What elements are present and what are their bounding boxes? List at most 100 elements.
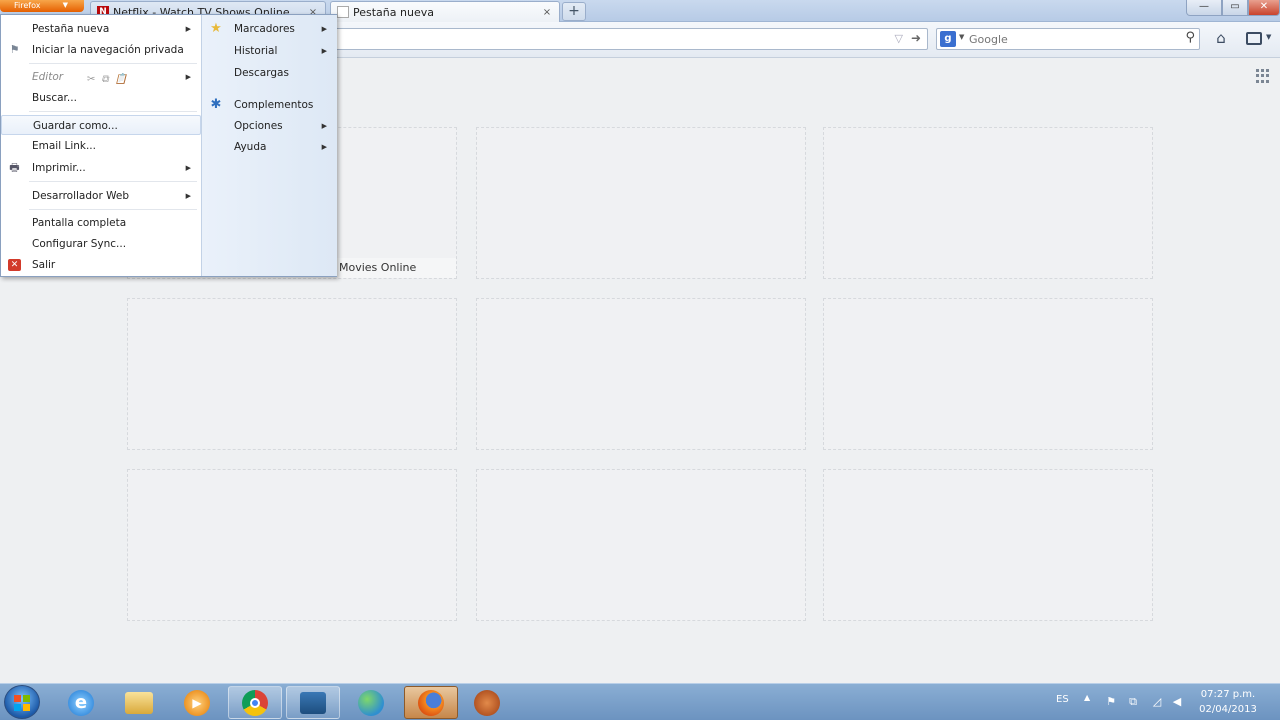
submenu-arrow-icon: ▶	[185, 73, 191, 81]
window-icon	[1246, 32, 1262, 45]
menu-item-label: Marcadores	[234, 23, 295, 35]
minimize-button[interactable]: —	[1186, 0, 1222, 16]
menu-separator	[29, 209, 197, 210]
menu-item-label: Descargas	[234, 67, 289, 79]
private-mask-icon: ⚑	[9, 43, 20, 56]
edit-cut-copy-paste-icons: ✂⧉📋	[87, 74, 133, 85]
printer-icon: 🖶	[9, 161, 20, 174]
menu-item-downloads[interactable]: Descargas	[202, 63, 337, 83]
show-hidden-icons-button[interactable]: ▲	[1084, 693, 1090, 702]
app-window-icon[interactable]	[286, 686, 340, 719]
menu-item-bookmarks[interactable]: ★ Marcadores ▶	[202, 19, 337, 39]
chrome-icon[interactable]	[228, 686, 282, 719]
submenu-arrow-icon: ▶	[321, 143, 327, 151]
menu-item-help[interactable]: Ayuda ▶	[202, 137, 337, 157]
dropdown-arrow-icon[interactable]: ▽	[895, 32, 903, 45]
blank-page-favicon-icon	[337, 6, 349, 18]
chevron-down-icon: ▼	[1266, 33, 1272, 41]
media-player-icon[interactable]: ▶	[170, 686, 224, 719]
search-input[interactable]	[969, 31, 1179, 47]
menu-item-label: Ayuda	[234, 141, 267, 153]
volume-icon[interactable]: ◀	[1170, 695, 1184, 709]
menu-item-exit[interactable]: ✕ Salir	[1, 255, 201, 275]
menu-separator	[29, 63, 197, 64]
menu-item-label: Pestaña nueva	[32, 23, 110, 35]
glove-app-icon[interactable]	[460, 686, 514, 719]
system-clock[interactable]: 07:27 p.m. 02/04/2013	[1190, 687, 1266, 717]
menu-item-email-link[interactable]: Email Link...	[1, 136, 201, 156]
chevron-down-icon[interactable]: ▼	[959, 33, 964, 41]
start-button[interactable]	[4, 685, 40, 719]
close-window-button[interactable]: ✕	[1248, 0, 1280, 16]
home-button[interactable]: ⌂	[1210, 29, 1232, 49]
menu-item-label: Buscar...	[32, 92, 77, 104]
windows-taskbar: e ▶ ES ▲ ⚑ ⧉ ◿ ◀ 07:27 p.m. 02/04/2013	[0, 683, 1280, 720]
menu-item-find[interactable]: Buscar...	[1, 88, 201, 108]
maximize-button[interactable]: ▭	[1222, 0, 1248, 16]
menu-item-label: Complementos	[234, 99, 314, 111]
submenu-arrow-icon: ▶	[321, 25, 327, 33]
site-thumbnail[interactable]	[476, 298, 806, 450]
new-tab-button[interactable]: +	[562, 2, 586, 21]
tab-new-tab[interactable]: Pestaña nueva ×	[330, 1, 560, 22]
menu-item-addons[interactable]: ✱ Complementos	[202, 95, 337, 115]
menu-separator	[29, 181, 197, 182]
menu-item-label: Desarrollador Web	[32, 190, 129, 202]
menu-separator	[29, 111, 197, 112]
puzzle-icon: ✱	[210, 97, 222, 112]
clock-date: 02/04/2013	[1199, 704, 1257, 715]
url-bar[interactable]: ▽ ➜	[330, 28, 928, 50]
close-tab-icon[interactable]: ×	[541, 7, 553, 18]
site-thumbnail[interactable]	[476, 469, 806, 621]
submenu-arrow-icon: ▶	[185, 25, 191, 33]
file-explorer-icon[interactable]	[112, 686, 166, 719]
menu-item-full-screen[interactable]: Pantalla completa	[1, 213, 201, 233]
menu-item-save-as[interactable]: Guardar como...	[1, 115, 201, 135]
menu-item-label: Email Link...	[32, 140, 96, 152]
windows-logo-icon	[14, 695, 30, 711]
menu-item-label: Historial	[234, 45, 278, 57]
menu-item-setup-sync[interactable]: Configurar Sync...	[1, 234, 201, 254]
site-thumbnail[interactable]	[823, 298, 1153, 450]
submenu-arrow-icon: ▶	[185, 164, 191, 172]
site-thumbnail[interactable]	[127, 469, 457, 621]
network-signal-icon[interactable]: ◿	[1150, 695, 1164, 709]
go-arrow-icon[interactable]: ➜	[911, 31, 921, 45]
menu-item-label: Iniciar la navegación privada	[32, 44, 184, 56]
search-icon[interactable]: ⚲	[1185, 30, 1195, 45]
network-people-icon[interactable]	[344, 686, 398, 719]
firefox-button-label: Firefox	[14, 1, 41, 10]
menu-item-label: Imprimir...	[32, 162, 86, 174]
clock-time: 07:27 p.m.	[1200, 689, 1256, 700]
menu-item-editor[interactable]: Editor ✂⧉📋 ▶	[1, 67, 201, 87]
device-icon[interactable]: ⧉	[1126, 695, 1140, 709]
action-center-flag-icon[interactable]: ⚑	[1104, 695, 1118, 709]
menu-item-print[interactable]: 🖶 Imprimir... ▶	[1, 158, 201, 178]
menu-item-web-developer[interactable]: Desarrollador Web ▶	[1, 186, 201, 206]
internet-explorer-icon[interactable]: e	[54, 686, 108, 719]
submenu-arrow-icon: ▶	[321, 122, 327, 130]
firefox-icon[interactable]	[404, 686, 458, 719]
site-thumbnail[interactable]	[476, 127, 806, 279]
search-bar[interactable]: g ▼ ⚲	[936, 28, 1200, 50]
menu-item-new-tab[interactable]: Pestaña nueva ▶	[1, 19, 201, 39]
tab-title: Pestaña nueva	[353, 5, 434, 19]
exit-icon: ✕	[8, 259, 21, 271]
addon-bar-button[interactable]: ▼	[1244, 30, 1274, 48]
menu-item-private-browsing[interactable]: ⚑ Iniciar la navegación privada	[1, 40, 201, 60]
site-thumbnail[interactable]	[823, 469, 1153, 621]
menu-item-label: Pantalla completa	[32, 217, 127, 229]
menu-item-history[interactable]: Historial ▶	[202, 41, 337, 61]
submenu-arrow-icon: ▶	[185, 192, 191, 200]
menu-item-options[interactable]: Opciones ▶	[202, 116, 337, 136]
site-thumbnail[interactable]	[823, 127, 1153, 279]
grid-toggle-icon[interactable]	[1256, 69, 1270, 83]
star-icon: ★	[210, 21, 222, 36]
site-thumbnail[interactable]	[127, 298, 457, 450]
app-menu-secondary-column: ★ Marcadores ▶ Historial ▶ Descargas ✱ C…	[201, 15, 337, 276]
language-indicator[interactable]: ES	[1056, 694, 1069, 705]
menu-item-label: Opciones	[234, 120, 283, 132]
app-menu-primary-column: Pestaña nueva ▶ ⚑ Iniciar la navegación …	[1, 15, 201, 276]
firefox-menu-button[interactable]: Firefox ▼	[0, 0, 84, 12]
google-icon[interactable]: g	[940, 31, 956, 47]
